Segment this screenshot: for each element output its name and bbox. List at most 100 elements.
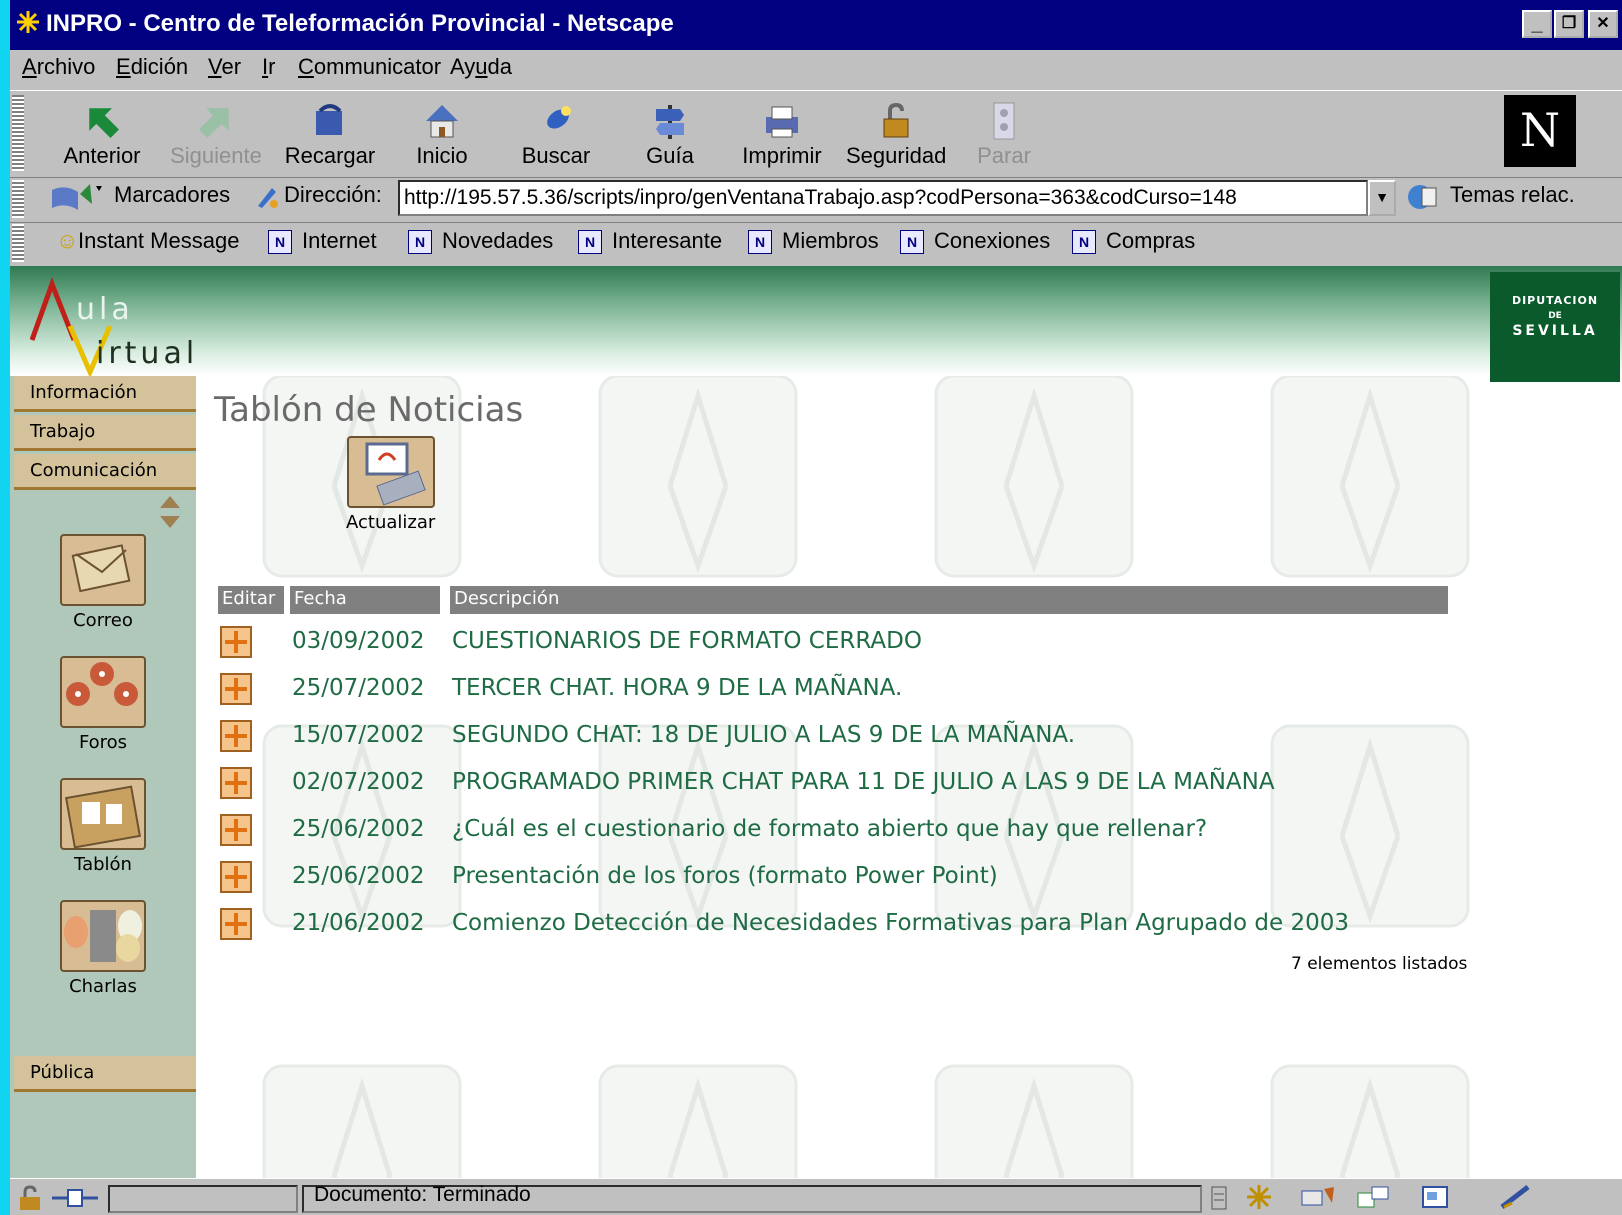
progress-field (108, 1185, 298, 1213)
menu-ir[interactable]: Ir (262, 54, 275, 80)
security-button[interactable]: Seguridad (846, 97, 946, 173)
edit-plus-icon[interactable] (220, 814, 252, 846)
security-lock-icon[interactable] (16, 1185, 44, 1211)
home-button[interactable]: Inicio (392, 97, 492, 173)
url-dropdown-button[interactable]: ▼ (1368, 180, 1396, 216)
bookmark-n-icon: N (1072, 230, 1096, 255)
menu-communicator[interactable]: Communicator (298, 54, 441, 80)
minimize-button[interactable]: _ (1522, 10, 1552, 38)
menu-ayuda[interactable]: Ayuda (450, 54, 512, 80)
watermark-tile (934, 376, 1134, 578)
menu-ir-label: r (268, 54, 276, 79)
row-description-link[interactable]: CUESTIONARIOS DE FORMATO CERRADO (452, 628, 922, 654)
toolbar-grip[interactable] (12, 95, 24, 171)
related-label[interactable]: Temas relac. (1450, 182, 1575, 208)
edit-plus-icon[interactable] (220, 720, 252, 752)
interesante-link[interactable]: N Interesante (578, 228, 723, 255)
mail-envelope-icon (60, 534, 146, 606)
edit-plus-icon[interactable] (220, 861, 252, 893)
personal-grip[interactable] (12, 224, 24, 262)
menu-edicion[interactable]: Edición (116, 54, 188, 80)
row-description-link[interactable]: SEGUNDO CHAT: 18 DE JULIO A LAS 9 DE LA … (452, 722, 1075, 748)
conexiones-link[interactable]: N Conexiones (900, 228, 1050, 255)
tab-trabajo[interactable]: Trabajo (14, 415, 196, 451)
row-description-link[interactable]: Presentación de los foros (formato Power… (452, 863, 998, 889)
composer-icon[interactable] (1420, 1183, 1450, 1211)
tab-publica[interactable]: Pública (14, 1056, 196, 1092)
menu-archivo[interactable]: Archivo (22, 54, 95, 80)
logo-line-aula: ula (76, 292, 134, 327)
novedades-link[interactable]: N Novedades (408, 228, 553, 255)
sidebar-item-tablon[interactable]: Tablón (48, 778, 158, 875)
stop-button[interactable]: Parar (954, 97, 1054, 173)
sidebar: Información Trabajo Comunicación Correo … (10, 376, 196, 1178)
compras-link[interactable]: N Compras (1072, 228, 1195, 255)
menu-archivo-label: rchivo (36, 54, 96, 79)
miembros-link[interactable]: N Miembros (748, 228, 879, 255)
row-date[interactable]: 25/07/2002 (292, 675, 425, 701)
tab-comunicacion[interactable]: Comunicación (14, 454, 196, 490)
maximize-button[interactable]: ❐ (1554, 10, 1584, 38)
tab-informacion[interactable]: Información (14, 376, 196, 412)
print-button[interactable]: Imprimir (732, 97, 832, 173)
row-description-link[interactable]: ¿Cuál es el cuestionario de formato abie… (452, 816, 1207, 842)
back-button[interactable]: Anterior (52, 97, 152, 173)
row-date[interactable]: 25/06/2002 (292, 863, 425, 889)
bookmarks-label[interactable]: Marcadores (114, 182, 230, 208)
netscape-n-logo[interactable]: N (1504, 95, 1576, 167)
url-input[interactable]: http://195.57.5.36/scripts/inpro/genVent… (398, 180, 1368, 216)
bookmarks-icon[interactable] (50, 182, 110, 212)
row-date[interactable]: 03/09/2002 (292, 628, 425, 654)
reload-button[interactable]: Recargar (280, 97, 380, 173)
edit-plus-icon[interactable] (220, 908, 252, 940)
menu-ver[interactable]: Ver (208, 54, 241, 80)
row-description-link[interactable]: TERCER CHAT. HORA 9 DE LA MAÑANA. (452, 675, 902, 701)
sidebar-item-charlas[interactable]: Charlas (48, 900, 158, 997)
refresh-label: Actualizar (346, 512, 436, 533)
edit-plus-icon[interactable] (220, 626, 252, 658)
diputacion-sevilla-logo[interactable]: DIPUTACION DE SEVILLA (1490, 272, 1620, 382)
edit-plus-icon[interactable] (220, 767, 252, 799)
search-button[interactable]: Buscar (506, 97, 606, 173)
sidebar-item-correo[interactable]: Correo (48, 534, 158, 631)
close-button[interactable]: ✕ (1588, 10, 1618, 38)
dip-bottom-text: SEVILLA (1512, 323, 1598, 339)
row-date[interactable]: 21/06/2002 (292, 910, 425, 936)
guide-button[interactable]: Guía (620, 97, 720, 173)
related-icon[interactable] (1406, 182, 1446, 212)
messenger-icon[interactable] (1300, 1183, 1336, 1211)
logo-line-virtual: irtual (96, 336, 199, 371)
internet-link[interactable]: N Internet (268, 228, 377, 255)
refresh-button[interactable]: Actualizar (346, 436, 435, 533)
menu-archivo-mnemonic: A (22, 54, 37, 79)
dip-mid-text: DE (1548, 311, 1562, 321)
interesante-label: Interesante (612, 228, 723, 253)
row-description-link[interactable]: PROGRAMADO PRIMER CHAT PARA 11 DE JULIO … (452, 769, 1275, 795)
row-date[interactable]: 25/06/2002 (292, 816, 425, 842)
edit-plus-icon[interactable] (220, 673, 252, 705)
reload-icon (310, 101, 350, 141)
aula-virtual-banner: ula irtual (10, 266, 1622, 376)
menu-communicator-mnemonic: C (298, 54, 314, 79)
taskbar-separator-icon (1210, 1185, 1228, 1211)
print-label: Imprimir (742, 143, 822, 168)
internet-label: Internet (302, 228, 377, 253)
navigator-icon[interactable] (1244, 1183, 1274, 1211)
location-icon (254, 184, 280, 210)
pen-edit-icon[interactable] (1498, 1183, 1534, 1211)
bookmark-n-icon: N (408, 230, 432, 255)
row-description-link[interactable]: Comienzo Detección de Necesidades Format… (452, 910, 1349, 936)
groups-icon[interactable] (1356, 1183, 1392, 1211)
sidebar-item-foros[interactable]: Foros (48, 656, 158, 753)
forward-button[interactable]: Siguiente (166, 97, 266, 173)
browser-window: INPRO - Centro de Teleformación Provinci… (10, 0, 1622, 1215)
column-fecha: Fecha (290, 586, 440, 614)
column-descripcion: Descripción (450, 586, 1448, 614)
location-grip[interactable] (12, 180, 24, 218)
scroll-arrows-icon[interactable] (160, 496, 180, 528)
items-count: 7 elementos listados (1291, 954, 1468, 974)
row-date[interactable]: 15/07/2002 (292, 722, 425, 748)
instant-message-link[interactable]: ☺Instant Message (56, 228, 239, 254)
forward-arrow-icon (196, 101, 236, 141)
row-date[interactable]: 02/07/2002 (292, 769, 425, 795)
